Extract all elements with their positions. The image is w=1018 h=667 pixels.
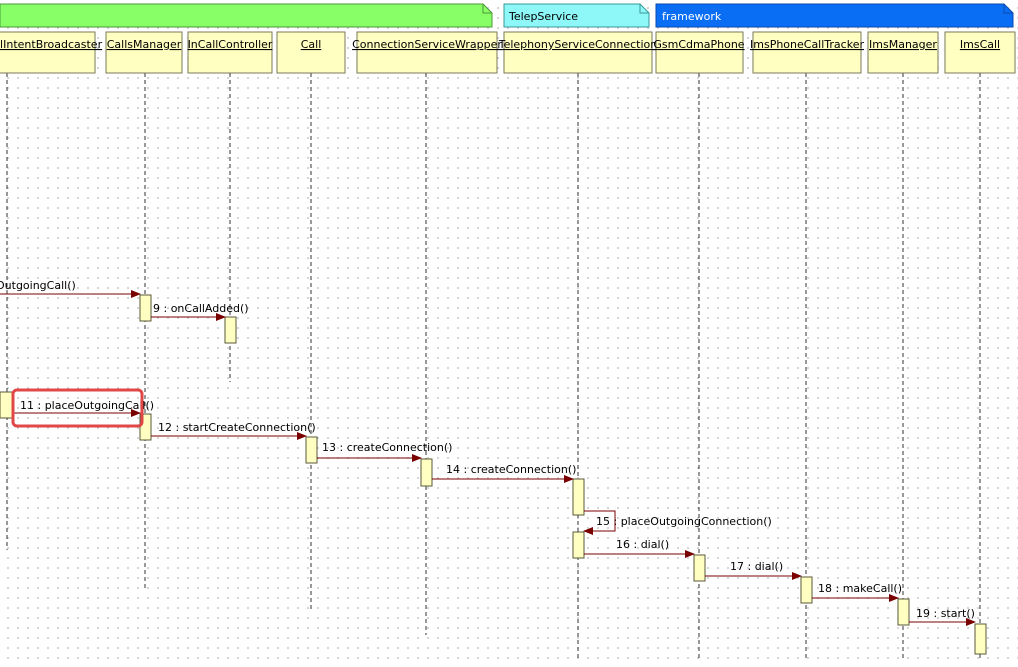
lifeline-name: InCallController (188, 38, 273, 51)
partition-frontend[interactable] (0, 3, 493, 28)
lifeline-name: CallsManager (107, 38, 182, 51)
activation-bar (800, 576, 813, 604)
lifeline-name: Call (301, 38, 322, 51)
activation-bar (572, 478, 585, 516)
lifeline-name: ConnectionServiceWrapper (352, 38, 502, 51)
lifeline-box-imscall[interactable]: ImsCall (944, 31, 1016, 74)
partition-telepservice[interactable]: TelepService (503, 3, 650, 28)
lifeline-name: GsmCdmaPhone (653, 38, 744, 51)
lifeline-name: ImsCall (960, 38, 1000, 51)
lifeline-box-broadcaster[interactable]: llIntentBroadcaster (0, 31, 103, 74)
lifeline-name: TelephonyServiceConnection (498, 38, 658, 51)
partition-framework[interactable]: framework (655, 3, 1014, 28)
message-label: 13 : createConnection() (322, 441, 452, 454)
activation-bar (572, 531, 585, 559)
lifeline-box-connectionservicewrapper[interactable]: ConnectionServiceWrapper (352, 31, 502, 74)
activation-bar (420, 458, 433, 487)
activation-bar (224, 316, 237, 344)
lifeline-box-incallcontroller[interactable]: InCallController (187, 31, 273, 74)
activation-bar (974, 623, 987, 655)
lifeline-box-imsphonecalltracker[interactable]: ImsPhoneCallTracker (750, 31, 864, 74)
activation-bar (305, 436, 318, 464)
message-label: 15 : placeOutgoingConnection() (596, 515, 772, 528)
lifeline-name: ImsManager (869, 38, 937, 51)
message-label: 11 : placeOutgoingCall() (20, 399, 154, 412)
message-label: 17 : dial() (730, 560, 783, 573)
activation-bar (0, 391, 13, 419)
lifeline-name: llIntentBroadcaster (0, 38, 103, 51)
lifelines-group (6, 73, 981, 660)
activation-bar (693, 554, 706, 582)
messages-group (0, 290, 976, 626)
activation-bar (897, 598, 910, 626)
activation-bar (139, 294, 152, 322)
partition-label: framework (662, 10, 722, 23)
message-label: OutgoingCall() (0, 279, 76, 292)
message-label: 16 : dial() (616, 538, 669, 551)
lifeline-box-telephonyserviceconnection[interactable]: TelephonyServiceConnection (498, 31, 658, 74)
message-label: 19 : start() (916, 607, 975, 620)
message-label: 9 : onCallAdded() (153, 302, 249, 315)
sequence-diagram: TelepService framework llIntentBroadcast… (0, 3, 1016, 660)
lifeline-box-gsmcdmaphone[interactable]: GsmCdmaPhone (653, 31, 745, 74)
lifeline-box-imsmanager[interactable]: ImsManager (867, 31, 939, 74)
partition-label: TelepService (508, 10, 578, 23)
lifeline-name: ImsPhoneCallTracker (750, 38, 864, 51)
lifeline-box-callsmanager[interactable]: CallsManager (105, 31, 183, 74)
message-label: 14 : createConnection() (446, 463, 576, 476)
message-label: 18 : makeCall() (818, 582, 902, 595)
message-label: 12 : startCreateConnection() (158, 421, 316, 434)
lifeline-box-call[interactable]: Call (276, 31, 346, 74)
